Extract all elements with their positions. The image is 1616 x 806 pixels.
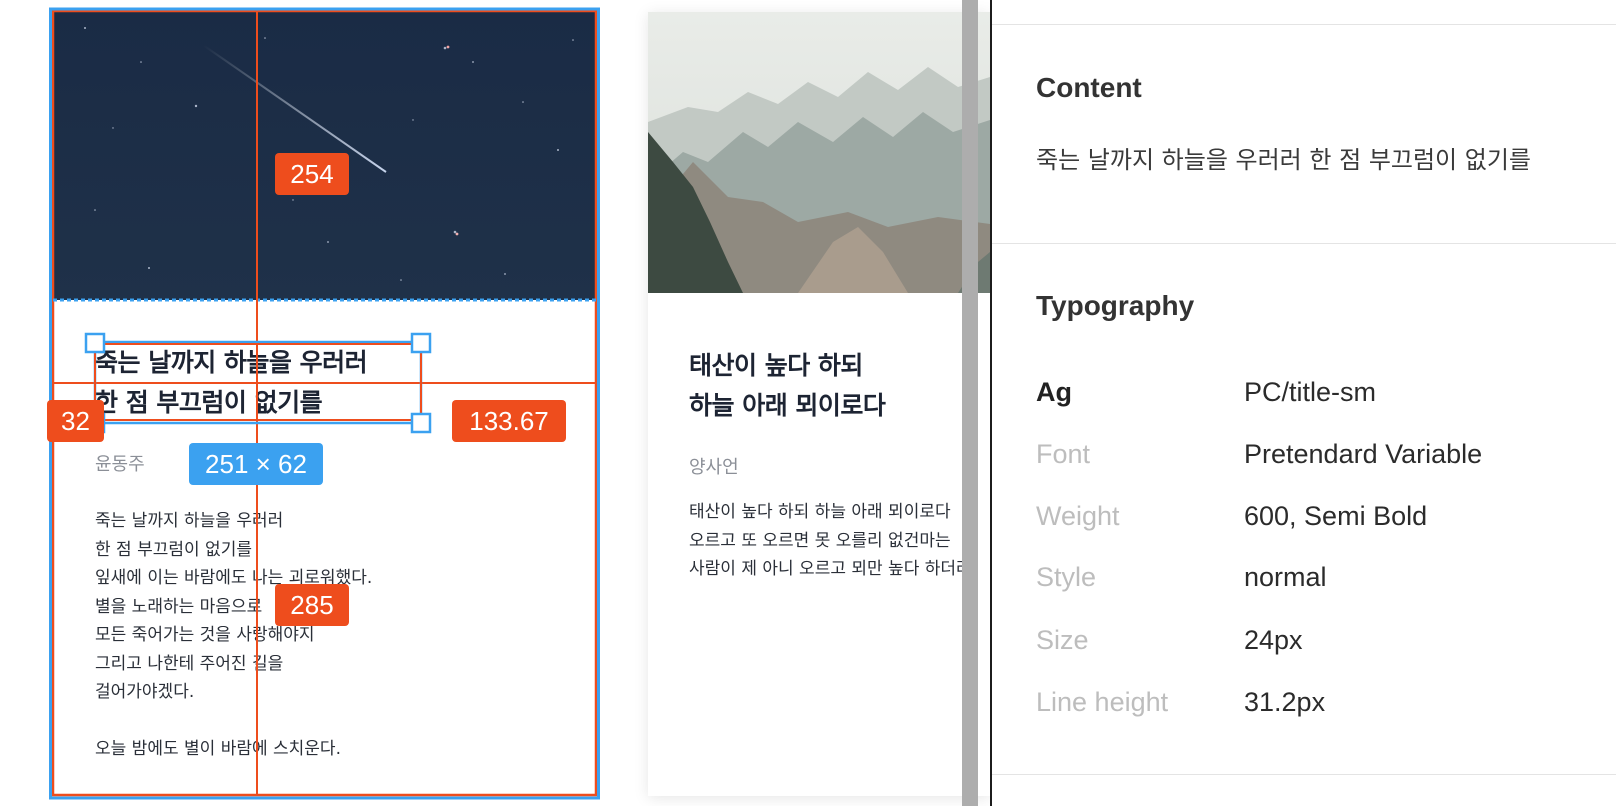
selection-size-label: 251 × 62 <box>189 443 323 485</box>
card-author: 윤동주 <box>95 454 145 475</box>
card-author: 양사언 <box>689 457 739 478</box>
design-inspector-window: 죽는 날까지 하늘을 우러러 한 점 부끄럼이 없기를 윤동주 죽는 날까지 하… <box>0 0 1616 806</box>
typography-size-row: Size 24px <box>1036 625 1596 665</box>
content-text-value[interactable]: 죽는 날까지 하늘을 우러러 한 점 부끄럼이 없기를 <box>1036 141 1576 179</box>
distance-right-label: 133.67 <box>452 400 566 442</box>
style-label: Style <box>1036 562 1097 592</box>
style-value[interactable]: normal <box>1244 562 1327 593</box>
distance-bottom-label: 285 <box>275 584 349 626</box>
distance-left-label: 32 <box>47 400 104 442</box>
weight-value[interactable]: 600, Semi Bold <box>1244 501 1427 532</box>
typography-weight-row: Weight 600, Semi Bold <box>1036 501 1596 541</box>
distance-top-label: 254 <box>275 153 349 195</box>
typography-style-label: Ag <box>1036 377 1072 407</box>
typography-style-keyword-row: Style normal <box>1036 562 1596 602</box>
font-label: Font <box>1036 439 1091 469</box>
panel-divider-line <box>992 774 1616 775</box>
size-value[interactable]: 24px <box>1244 625 1303 656</box>
font-value[interactable]: Pretendard Variable <box>1244 439 1482 470</box>
inspector-panel: Content 죽는 날까지 하늘을 우러러 한 점 부끄럼이 없기를 Typo… <box>992 0 1616 806</box>
mountains-image <box>648 12 990 293</box>
panel-divider-line <box>992 243 1616 244</box>
size-label: Size <box>1036 625 1089 655</box>
line-height-label: Line height <box>1036 687 1169 717</box>
card-title[interactable]: 태산이 높다 하되 하늘 아래 뫼이로다 <box>689 346 990 426</box>
typography-line-height-row: Line height 31.2px <box>1036 687 1596 727</box>
panel-divider-line <box>992 24 1616 25</box>
typography-style-value[interactable]: PC/title-sm <box>1244 377 1376 408</box>
design-canvas[interactable]: 죽는 날까지 하늘을 우러러 한 점 부끄럼이 없기를 윤동주 죽는 날까지 하… <box>0 0 990 806</box>
typography-style-row[interactable]: Ag PC/title-sm <box>1036 377 1596 417</box>
typography-font-row: Font Pretendard Variable <box>1036 439 1596 479</box>
canvas-scrollbar[interactable] <box>962 0 978 806</box>
weight-label: Weight <box>1036 501 1120 531</box>
card-body: 태산이 높다 하되 하늘 아래 뫼이로다 오르고 또 오르면 못 오를리 없건마… <box>689 502 972 579</box>
content-section-heading: Content <box>1036 72 1142 103</box>
card-title[interactable]: 죽는 날까지 하늘을 우러러 한 점 부끄럼이 없기를 <box>95 343 425 423</box>
card-body: 죽는 날까지 하늘을 우러러 한 점 부끄럼이 없기를 잎새에 이는 바람에도 … <box>95 511 373 759</box>
poem-card[interactable]: 태산이 높다 하되 하늘 아래 뫼이로다 양사언 태산이 높다 하되 하늘 아래… <box>648 12 990 796</box>
typography-section-heading: Typography <box>1036 290 1195 321</box>
line-height-value[interactable]: 31.2px <box>1244 687 1325 718</box>
